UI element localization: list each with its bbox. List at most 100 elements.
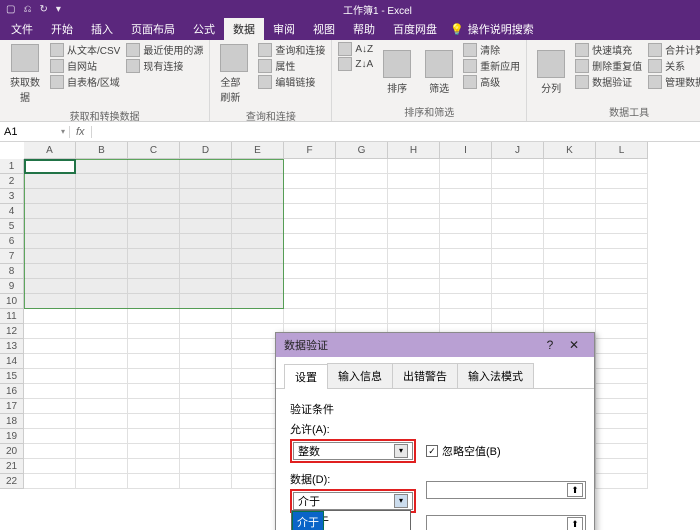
cell[interactable]: [128, 399, 180, 414]
cell[interactable]: [24, 219, 76, 234]
relationships[interactable]: 关系: [648, 58, 700, 73]
from-text-csv[interactable]: 从文本/CSV: [50, 42, 120, 57]
cell[interactable]: [76, 234, 128, 249]
col-header[interactable]: H: [388, 142, 440, 159]
cell[interactable]: [180, 159, 232, 174]
cell[interactable]: [128, 414, 180, 429]
cell[interactable]: [440, 204, 492, 219]
chevron-down-icon[interactable]: ▾: [394, 444, 408, 458]
cell[interactable]: [76, 204, 128, 219]
from-web[interactable]: 自网站: [50, 58, 120, 73]
cell[interactable]: [492, 189, 544, 204]
cell[interactable]: [440, 234, 492, 249]
cell[interactable]: [388, 219, 440, 234]
name-box[interactable]: A1▾: [0, 126, 70, 138]
cell[interactable]: [544, 219, 596, 234]
save-icon[interactable]: ▢: [6, 4, 15, 15]
cell[interactable]: [24, 234, 76, 249]
cell[interactable]: [24, 414, 76, 429]
cell[interactable]: [76, 159, 128, 174]
queries-conn[interactable]: 查询和连接: [258, 42, 325, 57]
cell[interactable]: [388, 174, 440, 189]
row-header[interactable]: 3: [0, 189, 24, 204]
row-header[interactable]: 10: [0, 294, 24, 309]
cell[interactable]: [492, 174, 544, 189]
cell[interactable]: [76, 294, 128, 309]
cell[interactable]: [24, 279, 76, 294]
cell[interactable]: [76, 429, 128, 444]
cell[interactable]: [284, 204, 336, 219]
cell[interactable]: [336, 294, 388, 309]
cell[interactable]: [128, 294, 180, 309]
cell[interactable]: [284, 174, 336, 189]
cell[interactable]: [180, 399, 232, 414]
cell[interactable]: [492, 264, 544, 279]
row-header[interactable]: 13: [0, 339, 24, 354]
remove-dup[interactable]: 删除重复值: [575, 58, 642, 73]
cell[interactable]: [24, 249, 76, 264]
cell[interactable]: [232, 294, 284, 309]
cell[interactable]: [76, 339, 128, 354]
cell[interactable]: [596, 459, 648, 474]
cell[interactable]: [544, 264, 596, 279]
cell[interactable]: [180, 339, 232, 354]
cell[interactable]: [128, 174, 180, 189]
cell[interactable]: [128, 264, 180, 279]
cell[interactable]: [284, 189, 336, 204]
cell[interactable]: [24, 159, 76, 174]
cell[interactable]: [128, 324, 180, 339]
cell[interactable]: [336, 264, 388, 279]
col-header[interactable]: D: [180, 142, 232, 159]
cell[interactable]: [76, 189, 128, 204]
data-model[interactable]: 管理数据模型: [648, 74, 700, 89]
cell[interactable]: [128, 474, 180, 489]
from-table[interactable]: 自表格/区域: [50, 74, 120, 89]
cell[interactable]: [24, 444, 76, 459]
cell[interactable]: [336, 204, 388, 219]
cell[interactable]: [284, 234, 336, 249]
cell[interactable]: [596, 399, 648, 414]
max-refbox[interactable]: ⬆: [426, 515, 586, 530]
cell[interactable]: [544, 159, 596, 174]
cell[interactable]: [232, 159, 284, 174]
row-header[interactable]: 14: [0, 354, 24, 369]
cell[interactable]: [76, 219, 128, 234]
col-header[interactable]: F: [284, 142, 336, 159]
col-header[interactable]: L: [596, 142, 648, 159]
row-header[interactable]: 2: [0, 174, 24, 189]
cell[interactable]: [24, 369, 76, 384]
cell[interactable]: [596, 429, 648, 444]
cell[interactable]: [440, 189, 492, 204]
get-data-button[interactable]: 获取数 据: [6, 42, 44, 106]
row-header[interactable]: 5: [0, 219, 24, 234]
tab-settings[interactable]: 设置: [284, 364, 328, 389]
cell[interactable]: [596, 189, 648, 204]
cell[interactable]: [128, 159, 180, 174]
redo-icon[interactable]: ↻: [39, 4, 47, 15]
cell[interactable]: [76, 264, 128, 279]
cell[interactable]: [388, 204, 440, 219]
existing-conn[interactable]: 现有连接: [126, 58, 203, 73]
undo-icon[interactable]: ⎌: [23, 4, 31, 15]
cell[interactable]: [492, 279, 544, 294]
cell[interactable]: [388, 264, 440, 279]
cell[interactable]: [492, 159, 544, 174]
cell[interactable]: [336, 159, 388, 174]
cell[interactable]: [128, 279, 180, 294]
cell[interactable]: [596, 354, 648, 369]
cell[interactable]: [544, 294, 596, 309]
allow-combo[interactable]: 整数▾: [293, 442, 413, 460]
cell[interactable]: [596, 219, 648, 234]
row-header[interactable]: 9: [0, 279, 24, 294]
tab-view[interactable]: 视图: [304, 18, 344, 40]
advanced[interactable]: 高级: [463, 74, 520, 89]
cell[interactable]: [596, 339, 648, 354]
cell[interactable]: [24, 429, 76, 444]
cell[interactable]: [596, 309, 648, 324]
cell[interactable]: [180, 354, 232, 369]
cell[interactable]: [128, 459, 180, 474]
cell[interactable]: [76, 414, 128, 429]
sort-asc[interactable]: A↓Z: [338, 42, 373, 56]
tab-home[interactable]: 开始: [42, 18, 82, 40]
cell[interactable]: [596, 294, 648, 309]
